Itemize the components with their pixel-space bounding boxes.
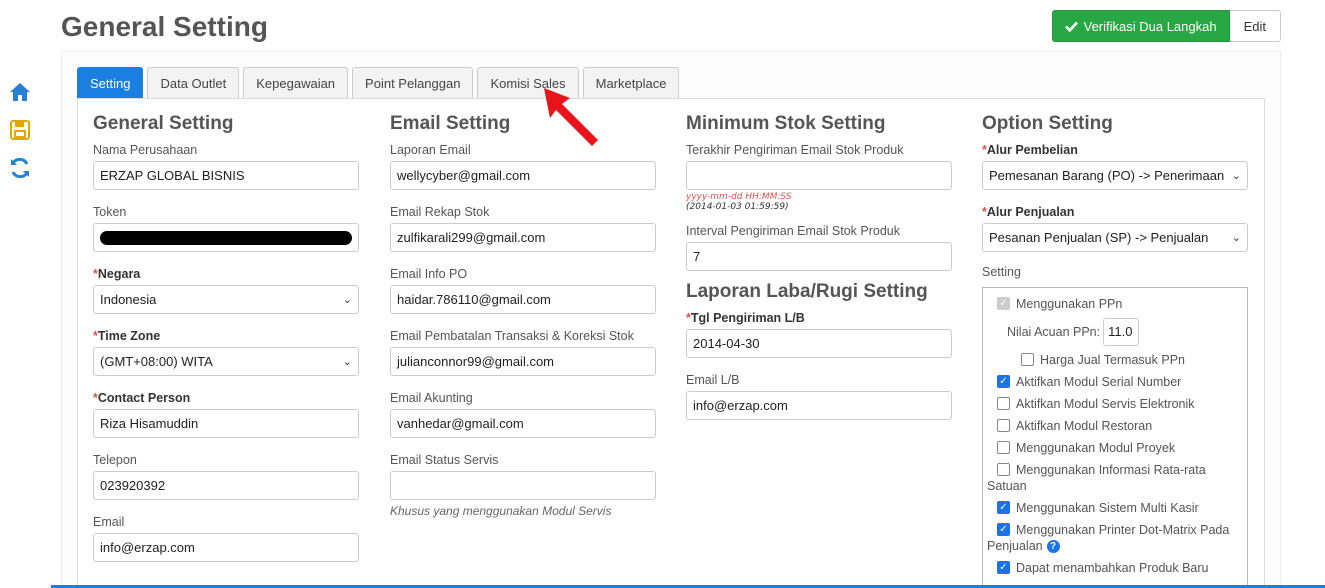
checkbox-servis — [997, 397, 1010, 410]
checkbox-proyek — [997, 441, 1010, 454]
terakhir-input[interactable] — [686, 161, 952, 190]
contact-input[interactable]: Riza Hisamuddin — [93, 409, 359, 438]
checkbox-restoran — [997, 419, 1010, 432]
email-lb-input[interactable]: info@erzap.com — [686, 391, 952, 420]
nilai-acuan-row: Nilai Acuan PPn: 11.0 — [1007, 318, 1243, 346]
telepon-label: Telepon — [93, 453, 137, 467]
nama-perusahaan-input[interactable]: ERZAP GLOBAL BISNIS — [93, 161, 359, 190]
checkbox-row-ppn[interactable]: ✓ Menggunakan PPn — [987, 296, 1243, 312]
alur-penjualan-label: *Alur Penjualan — [982, 205, 1075, 219]
checkbox-row-dot-matrix[interactable]: ✓ Menggunakan Printer Dot-Matrix Pada Penj… — [987, 522, 1243, 554]
pembatalan-label: Email Pembatalan Transaksi & Koreksi Sto… — [390, 329, 634, 343]
rekap-stok-input[interactable]: zulfikarali299@gmail.com — [390, 223, 656, 252]
contact-label: *Contact Person — [93, 391, 191, 405]
nilai-acuan-input[interactable]: 11.0 — [1103, 318, 1140, 346]
red-arrow-annotation-icon — [544, 88, 598, 146]
check-icon — [1064, 21, 1078, 32]
example-hint: (2014-01-03 01:59:59) — [686, 202, 789, 212]
tab-kepegawaian[interactable]: Kepegawaian — [243, 67, 349, 98]
timezone-label: *Time Zone — [93, 329, 161, 343]
laporan-email-label: Laporan Email — [390, 143, 471, 157]
akunting-input[interactable]: vanhedar@gmail.com — [390, 409, 656, 438]
redacted-token — [100, 230, 352, 245]
interval-label: Interval Pengiriman Email Stok Produk — [686, 224, 900, 238]
refresh-icon[interactable] — [8, 156, 32, 180]
pembatalan-input[interactable]: julianconnor99@gmail.com — [390, 347, 656, 376]
info-po-input[interactable]: haidar.786110@gmail.com — [390, 285, 656, 314]
tab-setting[interactable]: Setting — [77, 67, 144, 98]
checkbox-row-proyek[interactable]: Menggunakan Modul Proyek — [987, 440, 1243, 456]
checkbox-rata-rata — [997, 463, 1010, 476]
min-stok-heading: Minimum Stok Setting — [686, 113, 886, 134]
checkbox-harga-jual — [1021, 353, 1034, 366]
alur-penjualan-select[interactable]: Pesanan Penjualan (SP) -> Penjualan ⌄ — [982, 223, 1248, 252]
tab-point-pelanggan[interactable]: Point Pelanggan — [352, 67, 474, 98]
home-icon[interactable] — [8, 80, 32, 104]
laporan-email-input[interactable]: wellycyber@gmail.com — [390, 161, 656, 190]
checkbox-row-restoran[interactable]: Aktifkan Modul Restoran — [987, 418, 1243, 434]
email-setting-section: Email Setting Laporan Email wellycyber@g… — [390, 113, 656, 533]
save-icon[interactable] — [8, 118, 32, 142]
email-lb-label: Email L/B — [686, 373, 740, 387]
status-servis-input[interactable] — [390, 471, 656, 500]
akunting-label: Email Akunting — [390, 391, 473, 405]
checkbox-row-serial[interactable]: ✓ Aktifkan Modul Serial Number — [987, 374, 1243, 390]
side-toolbar — [8, 80, 34, 194]
option-setting-section: Option Setting *Alur Pembelian Pemesanan… — [982, 113, 1248, 587]
checkbox-row-produk-baru[interactable]: ✓ Dapat menambahkan Produk Baru — [987, 560, 1243, 576]
edit-button[interactable]: Edit — [1229, 10, 1281, 42]
top-actions: Verifikasi Dua Langkah Edit — [1051, 10, 1281, 42]
general-heading: General Setting — [93, 113, 234, 134]
verify-two-step-button[interactable]: Verifikasi Dua Langkah — [1051, 10, 1230, 42]
general-setting-section: General Setting Nama Perusahaan ERZAP GL… — [93, 113, 359, 577]
alur-pembelian-label: *Alur Pembelian — [982, 143, 1078, 157]
nama-perusahaan-label: Nama Perusahaan — [93, 143, 198, 157]
checkbox-row-servis[interactable]: Aktifkan Modul Servis Elektronik — [987, 396, 1243, 412]
timezone-select[interactable]: (GMT+08:00) WITA ⌄ — [93, 347, 359, 376]
email-heading: Email Setting — [390, 113, 511, 134]
terakhir-label: Terakhir Pengiriman Email Stok Produk — [686, 143, 904, 157]
email-label: Email — [93, 515, 125, 529]
chevron-down-icon: ⌄ — [342, 356, 352, 368]
status-servis-label: Email Status Servis — [390, 453, 499, 467]
checkbox-ppn: ✓ — [997, 297, 1010, 310]
interval-input[interactable]: 7 — [686, 242, 952, 271]
checkbox-row-harga-jual[interactable]: Harga Jual Termasuk PPn — [1011, 352, 1243, 368]
telepon-input[interactable]: 023920392 — [93, 471, 359, 500]
page-title: General Setting — [61, 11, 268, 42]
laba-rugi-heading: Laporan Laba/Rugi Setting — [686, 281, 928, 302]
negara-label: *Negara — [93, 267, 141, 281]
token-label: Token — [93, 205, 127, 219]
checkbox-row-multi-kasir[interactable]: ✓ Menggunakan Sistem Multi Kasir — [987, 500, 1243, 516]
tgl-lb-input[interactable]: 2014-04-30 — [686, 329, 952, 358]
rekap-stok-label: Email Rekap Stok — [390, 205, 490, 219]
setting-label: Setting — [982, 265, 1021, 279]
checkbox-multi-kasir: ✓ — [997, 501, 1010, 514]
tab-data-outlet[interactable]: Data Outlet — [147, 67, 240, 98]
chevron-down-icon: ⌄ — [342, 294, 352, 306]
option-heading: Option Setting — [982, 113, 1113, 134]
checkbox-row-rata-rata[interactable]: Menggunakan Informasi Rata-rata Satuan — [987, 462, 1243, 494]
token-input[interactable] — [93, 223, 359, 252]
format-hint: yyyy-mm-dd HH:MM:SS — [686, 192, 792, 202]
email-input[interactable]: info@erzap.com — [93, 533, 359, 562]
tgl-lb-label: *Tgl Pengiriman L/B — [686, 311, 805, 325]
help-icon[interactable]: ? — [1046, 540, 1060, 554]
negara-select[interactable]: Indonesia ⌄ — [93, 285, 359, 314]
chevron-down-icon: ⌄ — [1231, 170, 1241, 182]
chevron-down-icon: ⌄ — [1231, 232, 1241, 244]
verify-label: Verifikasi Dua Langkah — [1083, 18, 1217, 34]
setting-checkbox-list: ✓ Menggunakan PPn Nilai Acuan PPn: 11.0 Ha… — [982, 287, 1248, 587]
info-po-label: Email Info PO — [390, 267, 468, 281]
checkbox-serial: ✓ — [997, 375, 1010, 388]
servis-hint: Khusus yang menggunakan Modul Servis — [390, 504, 612, 518]
min-stok-section: Minimum Stok Setting Terakhir Pengiriman… — [686, 113, 952, 435]
checkbox-produk-baru: ✓ — [997, 561, 1010, 574]
alur-pembelian-select[interactable]: Pemesanan Barang (PO) -> Penerimaan Bara… — [982, 161, 1248, 190]
checkbox-dot-matrix: ✓ — [997, 523, 1010, 536]
